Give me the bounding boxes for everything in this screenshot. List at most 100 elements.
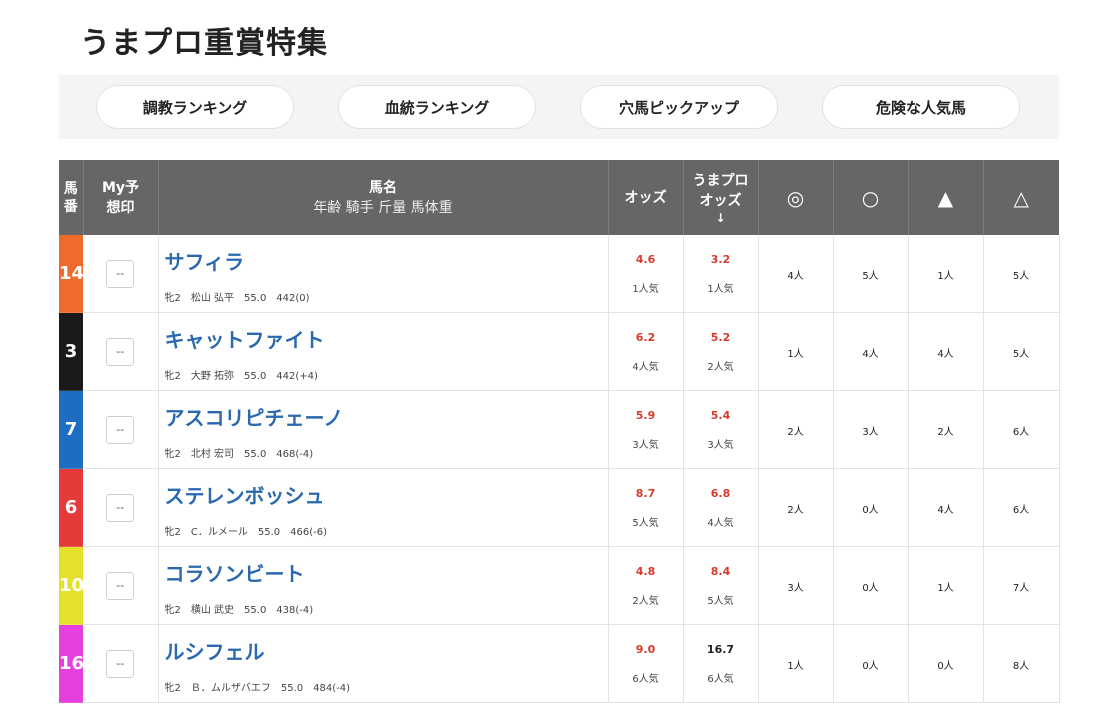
count-label: 0人 bbox=[937, 661, 954, 672]
odds-popularity: 1人気 bbox=[632, 283, 659, 295]
mark-triangle-count: 5人 bbox=[983, 235, 1060, 313]
odds-popularity: 3人気 bbox=[632, 439, 659, 451]
mark-double-circle-count: 3人 bbox=[758, 546, 834, 625]
umapro-odds-popularity: 6人気 bbox=[707, 673, 734, 685]
header-my-prediction[interactable]: My予想印 bbox=[83, 160, 159, 235]
horse-name-link[interactable]: ルシフェル bbox=[165, 636, 608, 665]
count-label: 4人 bbox=[787, 271, 804, 282]
count-label: 1人 bbox=[937, 583, 954, 594]
my-mark-button[interactable]: -- bbox=[106, 415, 135, 444]
count-label: 3人 bbox=[862, 427, 879, 438]
horse-name-link[interactable]: キャットファイト bbox=[165, 324, 608, 353]
odds-value: 9.0 bbox=[635, 642, 656, 656]
mark-filled-triangle-count: 4人 bbox=[908, 312, 984, 391]
count-label: 1人 bbox=[787, 349, 804, 360]
tab-training-ranking[interactable]: 調教ランキング bbox=[96, 85, 294, 129]
mark-filled-triangle-count: 1人 bbox=[908, 235, 984, 313]
count-label: 2人 bbox=[937, 427, 954, 438]
count-label: 1人 bbox=[937, 271, 954, 282]
my-mark-button[interactable]: -- bbox=[106, 259, 135, 288]
tab-longshot-pickup[interactable]: 穴馬ピックアップ bbox=[580, 85, 778, 129]
count-label: 1人 bbox=[787, 661, 804, 672]
horse-number: 7 bbox=[59, 390, 83, 469]
header-label: 馬名 bbox=[369, 179, 397, 196]
odds-popularity: 5人気 bbox=[632, 517, 659, 529]
header-horse-name[interactable]: 馬名 年齢 騎手 斤量 馬体重 bbox=[158, 160, 609, 235]
odds-cell: 9.0 6人気 bbox=[608, 624, 684, 703]
horse-cell: ルシフェル牝2 Ｂ．ムルザバエフ 55.0 484(-4) bbox=[158, 624, 609, 703]
header-label: オッズ bbox=[624, 189, 667, 206]
umapro-odds-cell: 6.8 4人気 bbox=[683, 468, 759, 547]
mark-triangle-count: 8人 bbox=[983, 624, 1060, 703]
horse-number-label: 7 bbox=[64, 419, 78, 440]
my-mark-button[interactable]: -- bbox=[106, 649, 135, 678]
mark-circle-count: 0人 bbox=[833, 468, 909, 547]
horse-number-label: 16 bbox=[59, 653, 85, 674]
my-mark-button[interactable]: -- bbox=[106, 571, 135, 600]
header-mark-double-circle[interactable]: ◎ bbox=[758, 160, 834, 235]
my-mark-button[interactable]: -- bbox=[106, 337, 135, 366]
horse-cell: ステレンボッシュ牝2 C．ルメール 55.0 466(-6) bbox=[158, 468, 609, 547]
horse-number: 10 bbox=[59, 546, 85, 625]
umapro-odds-value: 5.4 bbox=[710, 408, 731, 422]
sort-down-icon: ↓ bbox=[715, 210, 726, 225]
header-mark-circle[interactable]: ○ bbox=[833, 160, 909, 235]
horse-number-label: 6 bbox=[64, 497, 78, 518]
header-umapro-odds[interactable]: うまプロオッズ ↓ bbox=[683, 160, 759, 235]
umapro-odds-popularity: 1人気 bbox=[707, 283, 734, 295]
umapro-odds-cell: 8.4 5人気 bbox=[683, 546, 759, 625]
horse-info: 牝2 大野 拓弥 55.0 442(+4) bbox=[164, 370, 318, 382]
odds-popularity: 2人気 bbox=[632, 595, 659, 607]
header-horse-number[interactable]: 馬番 bbox=[59, 160, 84, 235]
horse-cell: アスコリピチェーノ 牝2 北村 宏司 55.0 468(-4) bbox=[158, 390, 609, 469]
horse-cell: コラソンビート牝2 横山 武史 55.0 438(-4) bbox=[158, 546, 609, 625]
horse-cell: サフィラ牝2 松山 弘平 55.0 442(0) bbox=[158, 235, 609, 313]
umapro-odds-cell: 16.7 6人気 bbox=[683, 624, 759, 703]
horse-name-link[interactable]: ステレンボッシュ bbox=[165, 480, 608, 509]
double-circle-icon: ◎ bbox=[786, 185, 805, 210]
umapro-odds-value: 16.7 bbox=[706, 642, 735, 656]
count-label: 0人 bbox=[862, 583, 879, 594]
umapro-odds-cell: 5.4 3人気 bbox=[683, 390, 759, 469]
horse-number-label: 3 bbox=[64, 341, 78, 362]
count-label: 6人 bbox=[1012, 427, 1030, 438]
umapro-odds-popularity: 2人気 bbox=[707, 361, 734, 373]
count-label: 0人 bbox=[862, 505, 879, 516]
tab-risky-favorites[interactable]: 危険な人気馬 bbox=[822, 85, 1020, 129]
horse-info: 牝2 Ｂ．ムルザバエフ 55.0 484(-4) bbox=[164, 682, 351, 694]
my-mark-cell: -- bbox=[83, 624, 159, 703]
count-label: 5人 bbox=[1012, 349, 1030, 360]
tab-pedigree-ranking[interactable]: 血統ランキング bbox=[338, 85, 536, 129]
horse-info: 牝2 横山 武史 55.0 438(-4) bbox=[164, 604, 314, 616]
mark-triangle-count: 6人 bbox=[983, 468, 1060, 547]
header-mark-filled-triangle[interactable]: ▲ bbox=[908, 160, 984, 235]
umapro-odds-value: 5.2 bbox=[710, 330, 731, 344]
table-row: 10 -- コラソンビート 牝2 横山 武史 55.0 438(-4) 4.8 2人気 8.… bbox=[59, 546, 1060, 625]
count-label: 2人 bbox=[787, 427, 804, 438]
horse-number: 14 bbox=[59, 235, 84, 313]
odds-cell: 6.2 4人気 bbox=[608, 312, 684, 391]
umapro-odds-cell: 5.2 2人気 bbox=[683, 312, 759, 391]
count-label: 2人 bbox=[787, 505, 804, 516]
count-label: 7人 bbox=[1012, 583, 1030, 594]
page-title: うまプロ重賞特集 bbox=[80, 26, 328, 61]
my-mark-cell: -- bbox=[83, 390, 159, 469]
table-header-row: 馬番 My予想印 馬名 年齢 騎手 斤量 馬体重 オッズ うまプロオッズ ↓ ◎… bbox=[59, 160, 1059, 235]
horse-name-link[interactable]: サフィラ bbox=[165, 246, 608, 275]
horse-number: 3 bbox=[59, 312, 83, 391]
umapro-odds-popularity: 3人気 bbox=[707, 439, 734, 451]
horse-number-label: 10 bbox=[59, 575, 85, 596]
odds-cell: 8.7 5人気 bbox=[608, 468, 684, 547]
odds-popularity: 6人気 bbox=[632, 673, 659, 685]
horse-name-link[interactable]: コラソンビート bbox=[165, 558, 608, 587]
header-mark-triangle[interactable]: △ bbox=[983, 160, 1059, 235]
horse-info: 牝2 C．ルメール 55.0 466(-6) bbox=[164, 526, 327, 538]
horse-name-link[interactable]: アスコリピチェーノ bbox=[165, 402, 608, 431]
count-label: 8人 bbox=[1012, 661, 1030, 672]
my-mark-button[interactable]: -- bbox=[106, 493, 135, 522]
table-row: 3 -- キャットファイト 牝2 大野 拓弥 55.0 442(+4) 6.2 4人気 5.… bbox=[59, 312, 1060, 391]
header-odds[interactable]: オッズ bbox=[608, 160, 684, 235]
feature-tabs: 調教ランキング 血統ランキング 穴馬ピックアップ 危険な人気馬 bbox=[59, 75, 1059, 139]
mark-filled-triangle-count: 2人 bbox=[908, 390, 984, 469]
horse-info: 牝2 松山 弘平 55.0 442(0) bbox=[164, 292, 310, 304]
